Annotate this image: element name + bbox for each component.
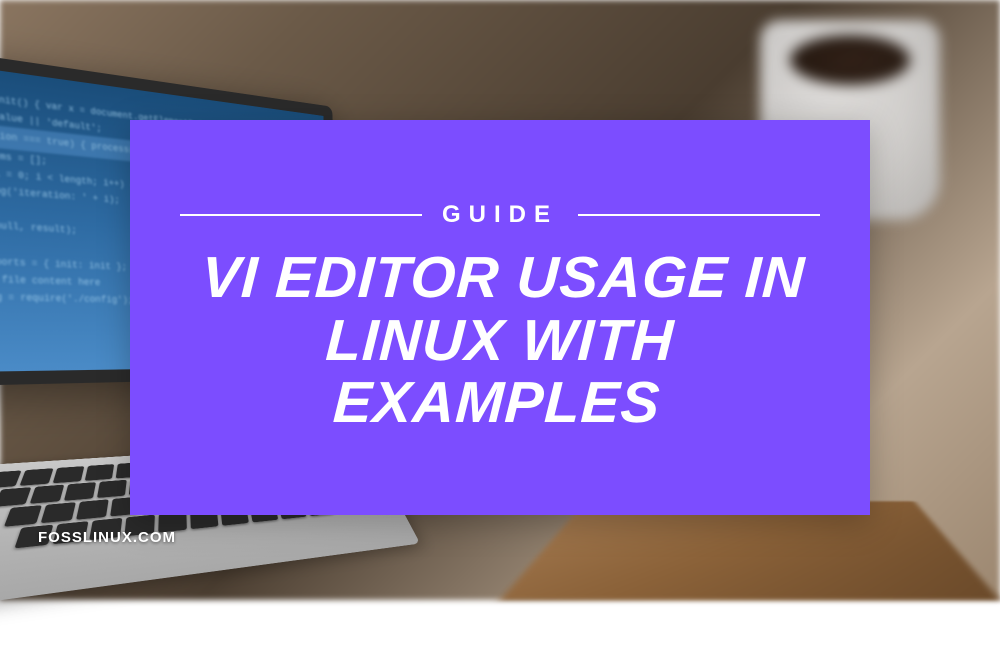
title-card: GUIDE VI EDITOR USAGE IN LINUX WITH EXAM… bbox=[130, 120, 870, 515]
wood-desk-surface bbox=[500, 501, 1000, 600]
main-title: VI EDITOR USAGE IN LINUX WITH EXAMPLES bbox=[175, 247, 825, 435]
guide-label-row: GUIDE bbox=[180, 201, 820, 229]
mug-coffee bbox=[790, 35, 910, 85]
divider-right bbox=[578, 214, 820, 216]
divider-left bbox=[180, 214, 422, 216]
guide-label: GUIDE bbox=[442, 201, 558, 229]
site-watermark: FOSSLINUX.COM bbox=[38, 529, 176, 546]
